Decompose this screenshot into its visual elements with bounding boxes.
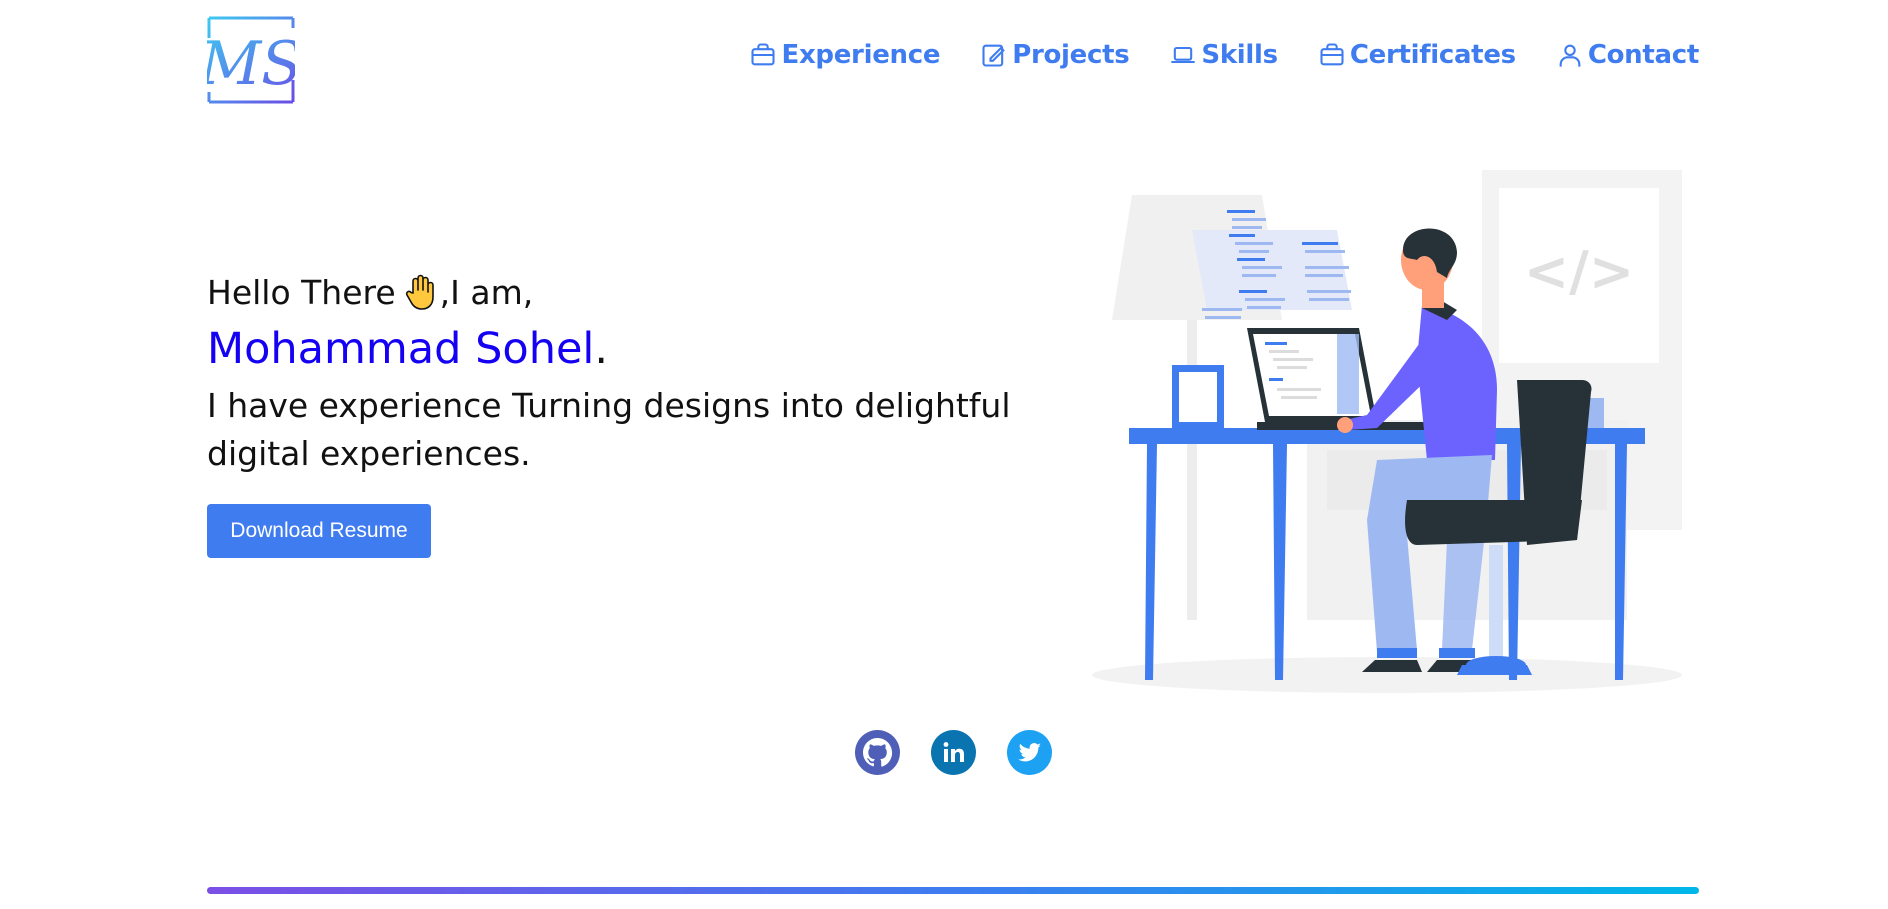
- hero-intro: Hello There ,I am, Mohammad Sohel. I hav…: [207, 268, 1027, 478]
- raised-hand-icon: [404, 273, 438, 311]
- social-links: [855, 730, 1052, 775]
- name-text: Mohammad Sohel: [207, 324, 595, 374]
- person-icon: [1556, 41, 1584, 69]
- greeting: Hello There ,I am,: [207, 268, 1027, 316]
- laptop-icon: [1169, 41, 1197, 69]
- briefcase-icon: [1318, 41, 1346, 69]
- greeting-prefix: Hello There: [207, 272, 396, 312]
- hero-name: Mohammad Sohel.: [207, 324, 1027, 380]
- pencil-square-icon: [980, 41, 1008, 69]
- nav-certificates-label: Certificates: [1349, 40, 1516, 70]
- logo-mark-icon: MS: [199, 16, 302, 104]
- linkedin-icon: [931, 730, 976, 775]
- page: MS Experience Projects Skills Cert: [199, 0, 1699, 909]
- github-icon: [855, 730, 900, 775]
- linkedin-link[interactable]: [931, 730, 976, 775]
- developer-illustration: </>: [1077, 160, 1697, 700]
- nav-projects-label: Projects: [1012, 40, 1130, 70]
- nav-experience[interactable]: Experience: [749, 40, 940, 70]
- github-link[interactable]: [855, 730, 900, 775]
- nav-certificates[interactable]: Certificates: [1318, 40, 1516, 70]
- svg-text:MS: MS: [207, 29, 295, 99]
- main-nav: Experience Projects Skills Certificates …: [709, 40, 1699, 70]
- download-resume-button[interactable]: Download Resume: [207, 504, 431, 558]
- nav-projects[interactable]: Projects: [980, 40, 1130, 70]
- nav-contact[interactable]: Contact: [1556, 40, 1699, 70]
- twitter-icon: [1007, 730, 1052, 775]
- briefcase-icon: [749, 41, 777, 69]
- bottom-gradient-divider: [207, 887, 1699, 894]
- nav-experience-label: Experience: [781, 40, 941, 70]
- hero-tagline: I have experience Turning designs into d…: [207, 386, 1011, 473]
- twitter-link[interactable]: [1007, 730, 1052, 775]
- nav-skills[interactable]: Skills: [1169, 40, 1278, 70]
- greeting-suffix: ,I am,: [439, 272, 534, 312]
- nav-contact-label: Contact: [1587, 40, 1699, 70]
- name-dot: .: [594, 324, 609, 374]
- logo[interactable]: MS: [199, 16, 302, 104]
- nav-skills-label: Skills: [1201, 40, 1278, 70]
- svg-text:</>: </>: [1524, 240, 1634, 303]
